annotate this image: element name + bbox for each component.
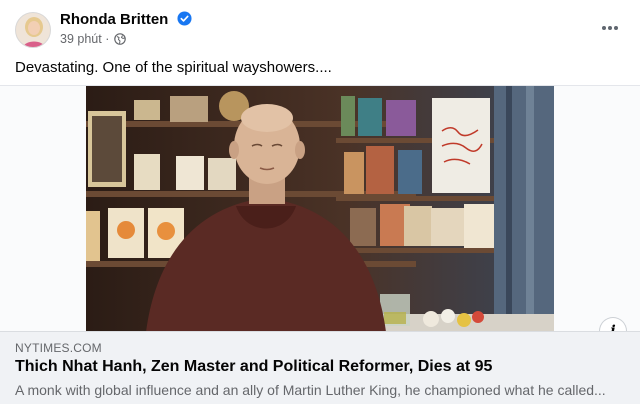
author-name-text[interactable]: Rhonda Britten [60,11,168,28]
post-meta: 39 phút · [60,32,126,48]
avatar[interactable] [15,12,51,48]
author-name[interactable]: Rhonda Britten [60,11,192,30]
link-preview-footer[interactable]: NYTIMES.COM Thich Nhat Hanh, Zen Master … [0,331,640,404]
ellipsis-horizontal-icon [601,26,606,30]
post-header: Rhonda Britten 39 phút · [0,0,640,56]
link-title[interactable]: Thich Nhat Hanh, Zen Master and Politica… [15,358,492,376]
globe-icon[interactable] [114,33,126,48]
link-preview-image[interactable] [0,85,640,332]
post-text: Devastating. One of the spiritual waysho… [15,59,332,76]
more-options-button[interactable] [596,16,624,40]
post-timestamp[interactable]: 39 phút [60,32,102,46]
verified-badge-icon [176,11,192,30]
link-description: A monk with global influence and an ally… [15,382,606,398]
article-photo[interactable] [86,86,554,332]
link-domain: NYTIMES.COM [15,341,102,355]
